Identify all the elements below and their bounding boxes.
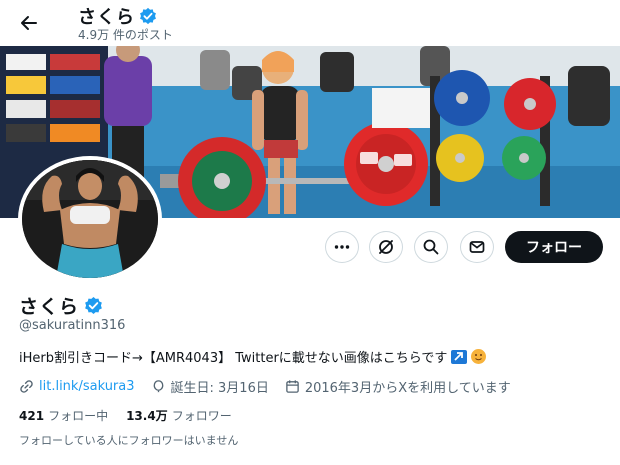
followers-label: フォロワー — [171, 409, 232, 423]
search-button[interactable] — [414, 231, 448, 263]
more-button[interactable] — [325, 231, 359, 263]
following-label: フォロー中 — [48, 409, 109, 423]
followers-you-know: フォローしている人にフォロワーはいません — [19, 434, 239, 447]
back-button[interactable] — [14, 8, 44, 38]
following-count: 421 — [19, 409, 45, 423]
profile-link-item[interactable]: lit.link/sakura3 — [19, 379, 135, 394]
post-count: 4.9万 件のポスト — [78, 28, 173, 42]
profile-link[interactable]: lit.link/sakura3 — [39, 379, 135, 394]
message-icon — [469, 241, 485, 253]
birthday-icon — [153, 380, 163, 393]
message-button[interactable] — [460, 231, 494, 263]
followers-stat[interactable]: 13.4万 フォロワー — [126, 407, 232, 424]
follow-button[interactable]: フォロー — [505, 231, 603, 263]
joined-text: 2016年3月からXを利用しています — [304, 381, 511, 396]
verified-badge-icon — [85, 296, 102, 315]
follow-counts: 421 フォロー中 13.4万 フォロワー — [19, 407, 250, 424]
display-name: さくら — [19, 296, 80, 318]
arrow-emoji-icon — [451, 349, 468, 364]
grok-button[interactable] — [369, 231, 403, 263]
joined-item: 2016年3月からXを利用しています — [285, 377, 511, 396]
birthday-text: 誕生日: 3月16日 — [170, 381, 269, 396]
more-icon — [334, 245, 350, 249]
bio-text: iHerb割引きコード→【AMR4043】 Twitterに載せない画像はこちら… — [19, 351, 448, 366]
calendar-icon — [286, 380, 299, 393]
grok-icon — [379, 240, 393, 254]
profile-bio: iHerb割引きコード→【AMR4043】 Twitterに載せない画像はこちら… — [19, 347, 487, 366]
birthday-item: 誕生日: 3月16日 — [151, 377, 269, 396]
following-stat[interactable]: 421 フォロー中 — [19, 407, 108, 424]
link-icon — [20, 380, 33, 393]
profile-handle: @sakuratinn316 — [19, 318, 126, 333]
back-arrow-icon — [21, 16, 37, 30]
profile-header: さくら 4.9万 件のポスト — [0, 0, 620, 46]
search-icon — [423, 239, 439, 255]
face-emoji-icon — [471, 349, 487, 364]
profile-name-row: さくら — [19, 292, 103, 319]
followers-count: 13.4万 — [126, 409, 168, 423]
profile-meta: lit.link/sakura3 誕生日: 3月16日 2016年3月からXを利… — [19, 377, 527, 396]
profile-avatar[interactable] — [18, 156, 162, 282]
verified-badge-icon — [140, 7, 156, 25]
